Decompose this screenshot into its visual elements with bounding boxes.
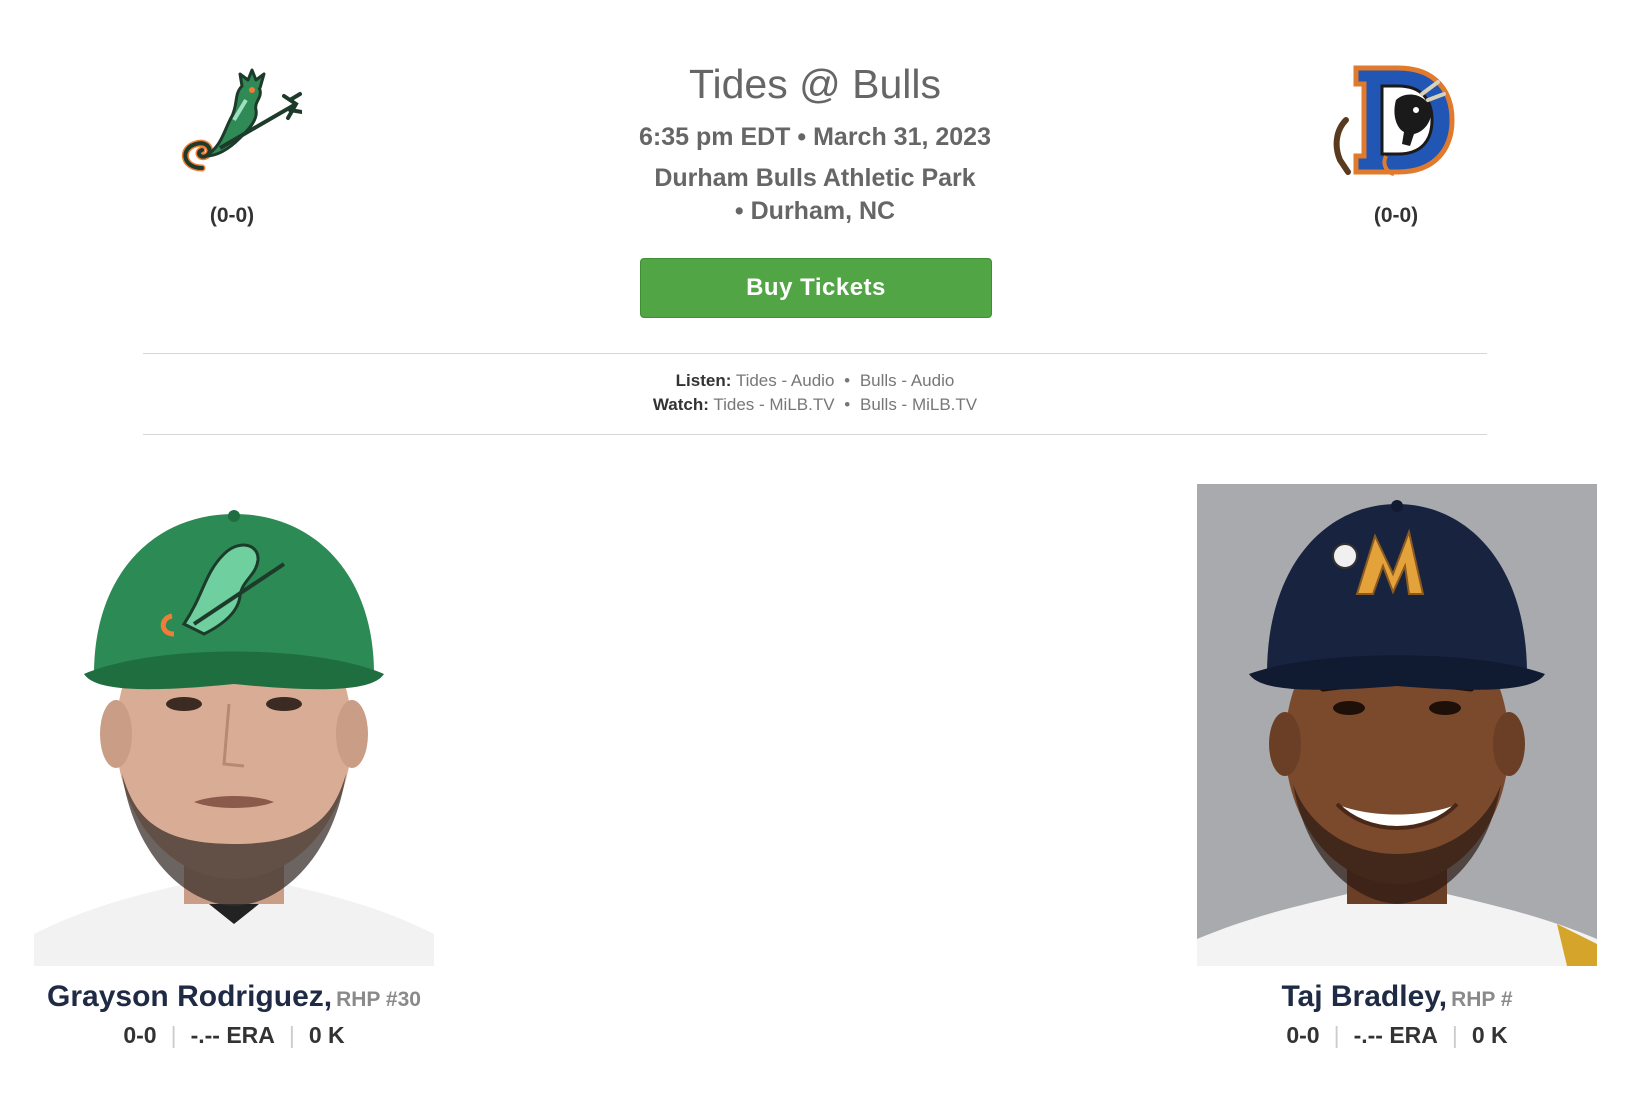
game-title: Tides @ Bulls [688, 61, 941, 107]
separator-dot: • [844, 371, 851, 390]
away-team-record: (0-0) [209, 204, 255, 227]
watch-label: Watch: [652, 395, 709, 414]
listen-link-bulls[interactable]: Bulls - Audio [860, 371, 955, 390]
home-pitcher-stats: 0-0 | -.-- ERA | 0 K [1197, 1022, 1597, 1049]
pitcher-strikeouts: 0 K [1471, 1022, 1508, 1048]
pitcher-position: RHP # [1451, 988, 1513, 1011]
pitcher-name-text[interactable]: Grayson Rodriguez, [47, 980, 332, 1013]
stat-divider: | [288, 1022, 295, 1048]
listen-label: Listen: [675, 371, 732, 390]
venue-name: Durham Bulls Athletic Park [654, 164, 976, 192]
away-pitcher-headshot[interactable] [34, 484, 434, 966]
stat-divider: | [170, 1022, 177, 1048]
venue-city: • Durham, NC [734, 197, 896, 225]
divider-top [143, 353, 1487, 354]
listen-row: Listen: Tides - Audio • Bulls - Audio [143, 369, 1487, 393]
seahorse-trident-logo-icon[interactable] [162, 60, 302, 180]
stat-divider: | [1333, 1022, 1340, 1048]
pitcher-position: RHP #30 [336, 988, 421, 1011]
game-datetime: 6:35 pm EDT • March 31, 2023 [639, 123, 991, 151]
home-team: (0-0) [1296, 60, 1496, 228]
away-probable-pitcher: Grayson Rodriguez, RHP #30 0-0 | -.-- ERA | 0… [34, 484, 434, 1049]
watch-row: Watch: Tides - MiLB.TV • Bulls - MiLB.TV [143, 393, 1487, 417]
listen-link-tides[interactable]: Tides - Audio [736, 371, 835, 390]
home-team-record: (0-0) [1373, 204, 1419, 227]
pitcher-era: -.-- ERA [190, 1022, 275, 1048]
buy-tickets-button[interactable]: Buy Tickets [640, 258, 992, 318]
bull-d-logo-icon[interactable] [1326, 60, 1466, 180]
watch-link-bulls[interactable]: Bulls - MiLB.TV [860, 395, 977, 414]
pitcher-record: 0-0 [123, 1022, 157, 1048]
home-pitcher-headshot[interactable] [1197, 484, 1597, 966]
pitcher-strikeouts: 0 K [308, 1022, 345, 1048]
away-pitcher-name[interactable]: Grayson Rodriguez, RHP #30 [34, 980, 434, 1014]
away-team: (0-0) [132, 60, 332, 228]
pitcher-record: 0-0 [1286, 1022, 1320, 1048]
watch-link-tides[interactable]: Tides - MiLB.TV [713, 395, 834, 414]
home-probable-pitcher: Taj Bradley, RHP # 0-0 | -.-- ERA | 0 K [1197, 484, 1597, 1049]
home-pitcher-name[interactable]: Taj Bradley, RHP # [1197, 980, 1597, 1014]
separator-dot: • [844, 395, 851, 414]
divider-bottom [143, 434, 1487, 435]
game-venue: Durham Bulls Athletic Park • Durham, NC [560, 162, 1070, 228]
pitcher-name-text[interactable]: Taj Bradley, [1281, 980, 1447, 1013]
pitcher-era: -.-- ERA [1353, 1022, 1438, 1048]
away-pitcher-stats: 0-0 | -.-- ERA | 0 K [34, 1022, 434, 1049]
stat-divider: | [1451, 1022, 1458, 1048]
broadcast-info: Listen: Tides - Audio • Bulls - Audio Wa… [143, 369, 1487, 417]
game-info: Tides @ Bulls 6:35 pm EDT • March 31, 20… [560, 58, 1070, 228]
